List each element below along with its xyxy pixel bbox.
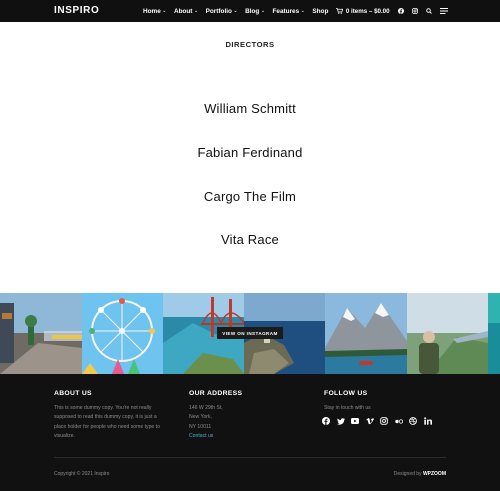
nav-portfolio-label: Portfolio — [205, 7, 232, 15]
address-line: NY 10011 — [189, 423, 212, 430]
facebook-icon[interactable] — [322, 417, 330, 425]
instagram-photo-hiker[interactable] — [407, 293, 488, 374]
contact-us-link[interactable]: Contact us — [189, 432, 289, 441]
nav-shop[interactable]: Shop — [312, 8, 328, 15]
main-menu: Home ⌄ About ⌄ Portfolio ⌄ Blog ⌄ Features ⌄ … — [143, 0, 456, 22]
director-item[interactable]: Fabian Ferdinand — [0, 145, 500, 160]
director-item[interactable]: William Schmitt — [0, 101, 500, 116]
designer-brand: WPZOOM — [422, 471, 446, 477]
director-item[interactable]: Cargo The Film — [0, 189, 500, 204]
nav-blog-label: Blog — [245, 7, 260, 15]
our-address-heading: OUR ADDRESS — [189, 390, 243, 397]
dribbble-icon[interactable] — [409, 417, 417, 425]
instagram-header-link[interactable] — [411, 8, 418, 14]
top-navigation-bar: INSPIRO Home ⌄ About ⌄ Portfolio ⌄ Blog ⌄ Fe… — [0, 0, 500, 22]
chevron-down-icon: ⌄ — [162, 8, 167, 14]
director-item[interactable]: Vita Race — [0, 232, 500, 247]
nav-shop-label: Shop — [312, 7, 329, 15]
nav-blog[interactable]: Blog ⌄ — [245, 8, 265, 15]
instagram-photo-ferris-wheel[interactable] — [82, 293, 163, 374]
address-line: New York, — [189, 414, 212, 421]
instagram-icon[interactable] — [380, 417, 388, 425]
about-us-line: This is some dummy copy. You're not real… — [54, 405, 152, 411]
designed-by-label: Designed by — [393, 471, 422, 477]
about-us-text: This is some dummy copy. You're not real… — [54, 404, 184, 442]
directors-heading: DIRECTORS — [225, 40, 275, 49]
follow-us-heading: FOLLOW US — [324, 390, 368, 397]
flickr-icon[interactable] — [394, 417, 403, 425]
search-button[interactable] — [425, 8, 432, 14]
social-links — [322, 417, 438, 425]
search-icon — [425, 8, 432, 14]
about-us-heading: ABOUT US — [54, 390, 92, 397]
about-us-line: supposed to read this dummy copy, it is … — [54, 414, 157, 421]
hamburger-menu-icon — [439, 8, 448, 14]
copyright-text: Copyright © 2021 Inspiro — [54, 471, 110, 477]
vimeo-icon[interactable] — [365, 417, 374, 425]
cart-summary: 0 items – $0.00 — [345, 7, 390, 15]
instagram-photo-street[interactable] — [0, 293, 82, 374]
chevron-down-icon: ⌄ — [300, 8, 305, 14]
site-logo[interactable]: INSPIRO — [54, 5, 99, 16]
instagram-photo-mountain-lake[interactable] — [325, 293, 407, 374]
nav-home[interactable]: Home ⌄ — [143, 8, 166, 15]
facebook-icon — [397, 8, 404, 14]
cart-icon — [335, 8, 343, 14]
nav-features[interactable]: Features ⌄ — [273, 8, 305, 15]
instagram-icon — [411, 8, 418, 14]
follow-us-tagline: Stay in touch with us — [324, 405, 371, 411]
youtube-icon[interactable] — [351, 417, 359, 425]
nav-about-label: About — [173, 7, 193, 15]
about-us-line: visualize. — [54, 433, 75, 440]
about-us-line: place holder for people who need some ty… — [54, 423, 160, 430]
chevron-down-icon: ⌄ — [233, 8, 238, 14]
site-footer: ABOUT US This is some dummy copy. You're… — [0, 374, 500, 491]
cart-link[interactable]: 0 items – $0.00 — [335, 7, 390, 15]
instagram-photo-sea[interactable] — [488, 293, 500, 374]
address-block: 146 W 29th St, New York, NY 10011 Contac… — [189, 404, 289, 442]
nav-features-label: Features — [272, 7, 300, 15]
nav-about[interactable]: About ⌄ — [174, 8, 198, 15]
nav-portfolio[interactable]: Portfolio ⌄ — [206, 8, 238, 15]
designed-by-credit[interactable]: Designed by WPZOOM — [394, 471, 446, 477]
address-line: 146 W 29th St, — [189, 405, 223, 411]
menu-toggle-button[interactable] — [439, 8, 448, 14]
facebook-header-link[interactable] — [397, 8, 404, 14]
chevron-down-icon: ⌄ — [260, 8, 266, 14]
view-on-instagram-button[interactable]: VIEW ON INSTAGRAM — [217, 327, 283, 339]
chevron-down-icon: ⌄ — [193, 8, 199, 14]
linkedin-icon[interactable] — [423, 417, 432, 425]
twitter-icon[interactable] — [336, 417, 345, 425]
footer-divider — [54, 457, 446, 458]
nav-home-label: Home — [143, 7, 161, 15]
